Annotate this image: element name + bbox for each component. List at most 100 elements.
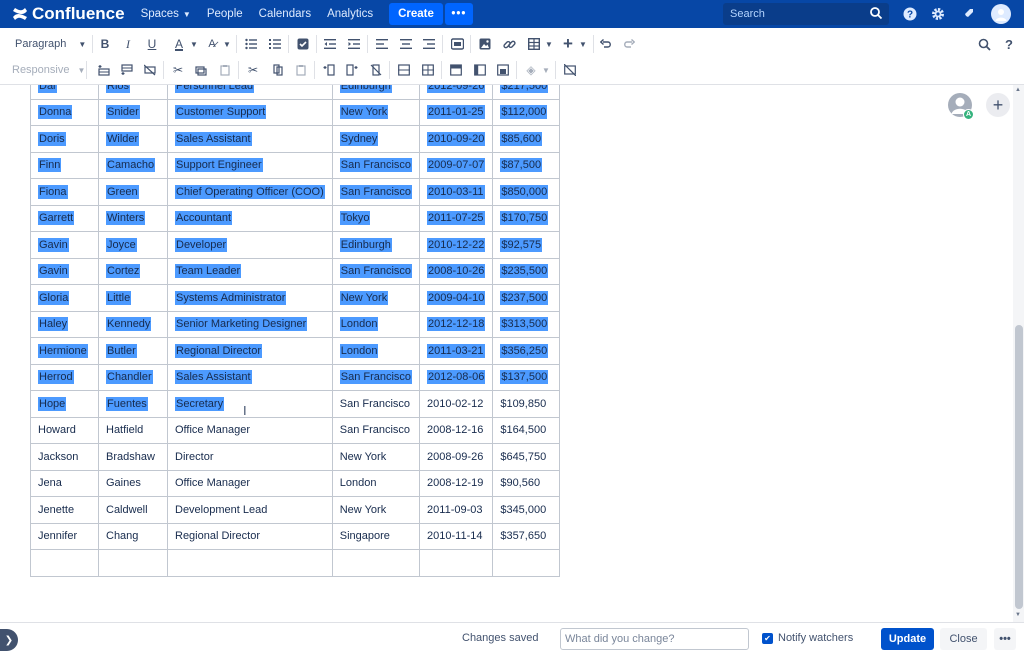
confluence-logo[interactable]: Confluence [12, 4, 125, 24]
chevron-down-icon[interactable]: ▼ [575, 36, 591, 52]
table-cell-start[interactable]: 2009-07-07 [419, 151, 494, 179]
undo-icon[interactable] [598, 36, 614, 52]
table-cell-start[interactable]: 2010-11-14 [419, 522, 494, 550]
text-style-select[interactable]: Paragraph ▼ [15, 38, 86, 50]
table-cell-office[interactable]: Edinburgh [331, 231, 421, 259]
table-cell-start[interactable]: 2010-02-12 [419, 390, 494, 418]
notify-watchers-label[interactable]: Notify watchers [778, 632, 853, 644]
table-cell-office[interactable]: San Francisco [331, 151, 421, 179]
table-cell-last[interactable]: Butler [98, 337, 168, 365]
table-cell-start[interactable]: 2012-09-26 [419, 85, 494, 100]
remove-row-icon[interactable] [142, 62, 158, 78]
table-cell-start[interactable]: 2008-10-26 [419, 257, 494, 285]
table-cell-first[interactable]: Jena [30, 469, 99, 497]
table-cell-position[interactable]: Sales Assistant [167, 363, 333, 391]
link-icon[interactable] [501, 36, 517, 52]
editor-help-icon[interactable]: ? [1001, 36, 1017, 52]
numbered-list-icon[interactable] [267, 36, 283, 52]
page-layout-icon[interactable] [449, 36, 465, 52]
table-cell-first[interactable]: Haley [30, 310, 99, 338]
table-cell-first[interactable]: Dai [30, 85, 99, 100]
close-button[interactable]: Close [940, 628, 987, 650]
header-column-icon[interactable] [472, 62, 488, 78]
table-cell-salary[interactable]: $92,575 [492, 231, 561, 259]
table-cell-first[interactable] [30, 549, 99, 577]
table-cell-salary[interactable]: $90,560 [492, 469, 561, 497]
search-input[interactable]: Search [723, 3, 889, 25]
table-cell-position[interactable] [167, 549, 333, 577]
table-cell-salary[interactable]: $645,750 [492, 443, 561, 471]
table-cell-first[interactable]: Hermione [30, 337, 99, 365]
table-cell-salary[interactable]: $112,000 [492, 98, 561, 126]
table-cell-start[interactable]: 2012-12-18 [419, 310, 494, 338]
delete-table-icon[interactable] [562, 62, 578, 78]
table-cell-position[interactable]: Personnel Lead [167, 85, 333, 100]
chevron-down-icon[interactable]: ▼ [538, 62, 554, 78]
table-cell-last[interactable]: Hatfield [98, 416, 168, 444]
chevron-down-icon[interactable]: ▼ [186, 36, 202, 52]
cut-column-icon[interactable]: ✂ [245, 62, 261, 78]
table-cell-office[interactable]: San Francisco [331, 257, 421, 285]
more-formatting-icon[interactable]: A̷ [204, 36, 220, 52]
table-cell-last[interactable]: Gaines [98, 469, 168, 497]
table-cell-last[interactable]: Rios [98, 85, 168, 100]
cut-row-icon[interactable]: ✂ [170, 62, 186, 78]
table-cell-position[interactable]: Senior Marketing Designer [167, 310, 333, 338]
more-options-button[interactable]: ••• [994, 628, 1016, 650]
table-cell-office[interactable]: Singapore [331, 522, 421, 550]
insert-plus-icon[interactable]: + [560, 34, 576, 53]
cell-color-icon[interactable]: ◈ [523, 62, 539, 78]
table-width-select[interactable]: Responsive ▼ [12, 64, 85, 76]
table-cell-position[interactable]: Team Leader [167, 257, 333, 285]
align-center-icon[interactable] [398, 36, 414, 52]
table-cell-first[interactable]: Finn [30, 151, 99, 179]
table-cell-position[interactable]: Support Engineer [167, 151, 333, 179]
table-cell-salary[interactable]: $357,650 [492, 522, 561, 550]
task-icon[interactable] [295, 36, 311, 52]
nav-spaces[interactable]: Spaces ▼ [141, 8, 191, 20]
table-cell-last[interactable]: Bradshaw [98, 443, 168, 471]
table-cell-first[interactable]: Gavin [30, 257, 99, 285]
table-cell-first[interactable]: Howard [30, 416, 99, 444]
table-cell-start[interactable]: 2010-09-20 [419, 125, 494, 153]
table-cell-office[interactable]: San Francisco [331, 363, 421, 391]
scroll-down-icon[interactable]: ▼ [1015, 612, 1021, 618]
header-row-icon[interactable] [448, 62, 464, 78]
employee-table[interactable]: Dai Rios Personnel Lead Edinburgh 2012-09-26… [30, 85, 561, 577]
find-replace-icon[interactable] [976, 36, 992, 52]
table-cell-office[interactable]: London [331, 310, 421, 338]
insert-row-below-icon[interactable] [119, 62, 135, 78]
table-cell-salary[interactable]: $87,500 [492, 151, 561, 179]
table-cell-office[interactable]: London [331, 337, 421, 365]
table-cell-salary[interactable]: $313,500 [492, 310, 561, 338]
split-cells-icon[interactable] [420, 62, 436, 78]
table-cell-first[interactable]: Hope [30, 390, 99, 418]
table-cell-last[interactable]: Winters [98, 204, 168, 232]
vertical-scrollbar[interactable]: ▲ ▼ [1013, 85, 1024, 622]
table-cell-office[interactable]: Sydney [331, 125, 421, 153]
table-cell-last[interactable] [98, 549, 168, 577]
create-button[interactable]: Create [389, 3, 443, 25]
table-cell-first[interactable]: Donna [30, 98, 99, 126]
settings-icon[interactable] [929, 5, 947, 23]
table-cell-salary[interactable]: $109,850 [492, 390, 561, 418]
copy-row-icon[interactable] [193, 62, 209, 78]
table-cell-position[interactable]: Office Manager [167, 416, 333, 444]
table-cell-start[interactable]: 2009-04-10 [419, 284, 494, 312]
table-cell-start[interactable]: 2011-01-25 [419, 98, 494, 126]
outdent-icon[interactable] [322, 36, 338, 52]
table-cell-salary[interactable]: $237,500 [492, 284, 561, 312]
table-cell-position[interactable]: Accountant [167, 204, 333, 232]
table-cell-last[interactable]: Little [98, 284, 168, 312]
table-cell-office[interactable]: San Francisco [331, 178, 421, 206]
table-cell-office[interactable]: Edinburgh [331, 85, 421, 100]
table-cell-office[interactable]: New York [331, 284, 421, 312]
copy-column-icon[interactable] [270, 62, 286, 78]
table-cell-start[interactable]: 2008-12-16 [419, 416, 494, 444]
table-cell-position[interactable]: Development Lead [167, 496, 333, 524]
table-cell-position[interactable]: Director [167, 443, 333, 471]
table-cell-start[interactable]: 2010-12-22 [419, 231, 494, 259]
nav-people[interactable]: People [207, 8, 243, 20]
expand-sidebar-button[interactable]: ❯ [0, 629, 18, 651]
table-cell-last[interactable]: Camacho [98, 151, 168, 179]
